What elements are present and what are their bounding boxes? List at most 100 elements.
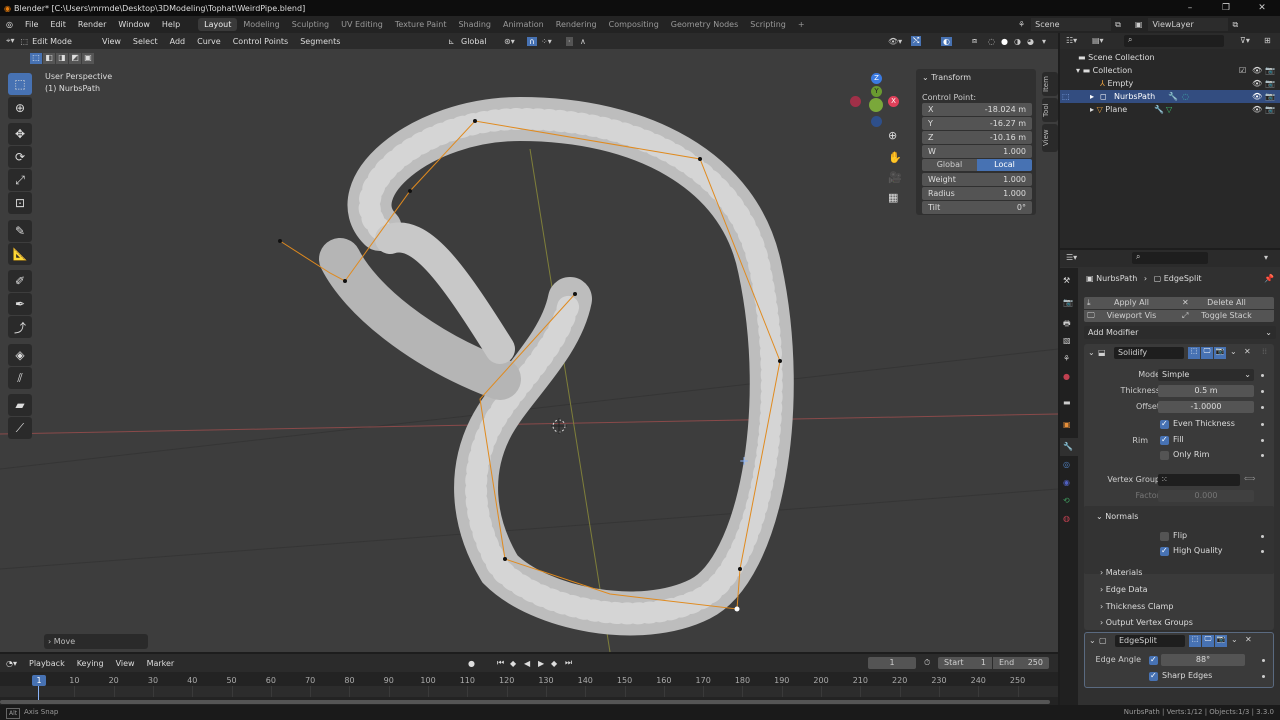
tab-geometry-nodes[interactable]: Geometry Nodes	[665, 18, 744, 31]
gizmo-neg-z[interactable]	[871, 116, 882, 127]
render-toggle-icon[interactable]: 📷	[1215, 635, 1227, 647]
thickness-clamp-subpanel[interactable]: › Thickness Clamp	[1100, 602, 1173, 611]
tab-scripting[interactable]: Scripting	[744, 18, 792, 31]
zoom-icon[interactable]: ⊕	[888, 129, 897, 142]
world-tab-icon[interactable]: ●	[1063, 372, 1070, 381]
object-tab-icon[interactable]: ▣	[1063, 420, 1071, 429]
new-view-layer-icon[interactable]: ⧉	[1232, 20, 1238, 30]
mesh-data-icon[interactable]: ▽	[1166, 105, 1172, 114]
scene-tab-icon[interactable]: ⚘	[1063, 354, 1070, 363]
y-field[interactable]: Y -16.27 m	[922, 117, 1032, 130]
tool-tab-icon[interactable]: ⚒	[1063, 276, 1070, 285]
play-icon[interactable]: ▶	[538, 659, 544, 668]
navigation-gizmo[interactable]: Z Y X	[850, 71, 905, 131]
pivot-icon[interactable]: ⊛▾	[504, 37, 515, 46]
select-subtract-icon[interactable]: ◨	[56, 53, 68, 64]
keyframe-dot[interactable]	[1262, 659, 1265, 662]
measure-tool[interactable]: 📐	[8, 243, 32, 265]
apply-all-button[interactable]: ⤓ Apply All	[1084, 297, 1179, 309]
overlay-toggle-icon[interactable]: ◐	[941, 36, 952, 46]
chevron-down-icon[interactable]: ⌄	[922, 73, 929, 82]
options-dropdown-icon[interactable]: ▾	[1264, 253, 1268, 262]
menu-file[interactable]: File	[19, 20, 44, 29]
stopwatch-icon[interactable]: ⏱	[924, 658, 930, 668]
gizmo-neg-x[interactable]	[850, 96, 861, 107]
snap-target-icon[interactable]: ⁘▾	[541, 37, 552, 46]
keyframe-dot[interactable]	[1261, 374, 1264, 377]
data-tab-icon[interactable]: ⟲	[1063, 496, 1070, 505]
display-mode-icon[interactable]: ▤▾	[1092, 36, 1104, 45]
invert-vertex-group-icon[interactable]: ⟺	[1244, 474, 1255, 483]
outliner-item-plane[interactable]: ▸ ▽ Plane 🔧 ▽ 👁 📷	[1090, 105, 1280, 114]
material-shading-icon[interactable]: ◑	[1014, 37, 1021, 46]
pan-hand-icon[interactable]: ✋	[888, 151, 902, 164]
eye-icon[interactable]: 👁	[1252, 79, 1262, 88]
view-layer-field[interactable]: ViewLayer	[1148, 18, 1229, 31]
particles-tab-icon[interactable]: ◎	[1063, 460, 1070, 469]
render-camera-icon[interactable]: 📷	[1265, 79, 1275, 88]
render-camera-icon[interactable]: 📷	[1265, 90, 1275, 103]
sidebar-tab-view[interactable]: View	[1042, 124, 1058, 152]
collection-row[interactable]: ▾ ▬ Collection ☑ 👁 📷	[1076, 66, 1280, 75]
material-tab-icon[interactable]: ◍	[1063, 514, 1070, 523]
camera-icon[interactable]: 🎥	[888, 171, 902, 184]
solidify-name-field[interactable]: Solidify	[1114, 347, 1184, 359]
menu-window[interactable]: Window	[112, 20, 156, 29]
x-field[interactable]: X -18.024 m	[922, 103, 1032, 116]
xray-icon[interactable]: ⧈	[972, 36, 977, 46]
jump-start-icon[interactable]: ⏮	[497, 658, 504, 668]
outliner-search-input[interactable]: ⌕	[1124, 35, 1224, 47]
editor-type-icon[interactable]: ⌖▾	[0, 36, 21, 46]
view-layer-tab-icon[interactable]: ▧	[1063, 336, 1071, 345]
new-collection-icon[interactable]: ⊞	[1264, 36, 1271, 45]
rendered-shading-icon[interactable]: ◕	[1027, 37, 1034, 46]
falloff-icon[interactable]: ∧	[580, 37, 586, 46]
timeline-editor-icon[interactable]: ◔▾	[0, 659, 23, 668]
annotate-tool[interactable]: ✎	[8, 220, 32, 242]
menu-edit[interactable]: Edit	[44, 20, 72, 29]
radius-tool[interactable]: ◈	[8, 344, 32, 366]
last-operator-panel[interactable]: › Move	[44, 634, 148, 649]
tab-compositing[interactable]: Compositing	[603, 18, 665, 31]
edge-data-subpanel[interactable]: › Edge Data	[1100, 585, 1148, 594]
timeline-ruler[interactable]: 1 10 20 30 40 50 60 70 80 90 100 110 120 130 140 150 16…	[0, 672, 1058, 705]
eye-icon[interactable]: 👁	[1252, 105, 1262, 114]
normals-header[interactable]: ⌄ Normals	[1096, 512, 1138, 521]
sharp-edges-checkbox[interactable]	[1149, 671, 1158, 681]
tab-sculpting[interactable]: Sculpting	[286, 18, 335, 31]
select-invert-icon[interactable]: ◩	[69, 53, 81, 64]
eye-icon[interactable]: 👁	[1252, 90, 1262, 103]
render-camera-icon[interactable]: 📷	[1265, 105, 1275, 114]
view-layer-icon[interactable]: ▣	[1135, 20, 1143, 29]
keyframe-dot[interactable]	[1262, 675, 1265, 678]
curve-data-icon[interactable]: ◌	[1182, 90, 1189, 103]
tilt-tool[interactable]: ⫽	[8, 367, 32, 389]
end-frame-field[interactable]: End 250	[993, 657, 1049, 669]
properties-editor-icon[interactable]: ☰▾	[1066, 253, 1077, 262]
cursor-tool[interactable]: ⊕	[8, 97, 32, 119]
timeline-scrollbar[interactable]	[0, 700, 1050, 704]
outliner-item-empty[interactable]: ⅄ Empty 👁 📷	[1100, 79, 1280, 88]
menu-control-points[interactable]: Control Points	[227, 37, 295, 46]
draw-tool[interactable]: ✐	[8, 270, 32, 292]
sidebar-tab-item[interactable]: Item	[1042, 72, 1058, 96]
render-toggle-icon[interactable]: 📷	[1214, 347, 1226, 359]
expand-arrow-icon[interactable]: ▸	[1090, 105, 1094, 114]
menu-curve[interactable]: Curve	[191, 37, 227, 46]
curve-pen-tool[interactable]: ✒	[8, 293, 32, 315]
tab-layout[interactable]: Layout	[198, 18, 238, 31]
proportional-edit-icon[interactable]: ·	[566, 36, 573, 46]
z-field[interactable]: Z -10.16 m	[922, 131, 1032, 144]
shading-dropdown-icon[interactable]: ▾	[1042, 37, 1046, 46]
scene-field[interactable]: Scene	[1031, 18, 1112, 31]
edgesplit-name-field[interactable]: EdgeSplit	[1115, 635, 1185, 647]
playback-menu[interactable]: Playback	[23, 659, 71, 668]
edit-mode-toggle-icon[interactable]: ⬚	[1188, 347, 1200, 359]
current-frame-field[interactable]: 1	[868, 657, 916, 669]
render-tab-icon[interactable]: 📷	[1063, 298, 1073, 307]
viewport-toggle-icon[interactable]: 🖵	[1202, 635, 1214, 647]
gizmo-x[interactable]: X	[888, 96, 899, 107]
tab-texture-paint[interactable]: Texture Paint	[389, 18, 453, 31]
keyframe-dot[interactable]	[1261, 423, 1264, 426]
pin-icon[interactable]: 📌	[1264, 274, 1274, 283]
